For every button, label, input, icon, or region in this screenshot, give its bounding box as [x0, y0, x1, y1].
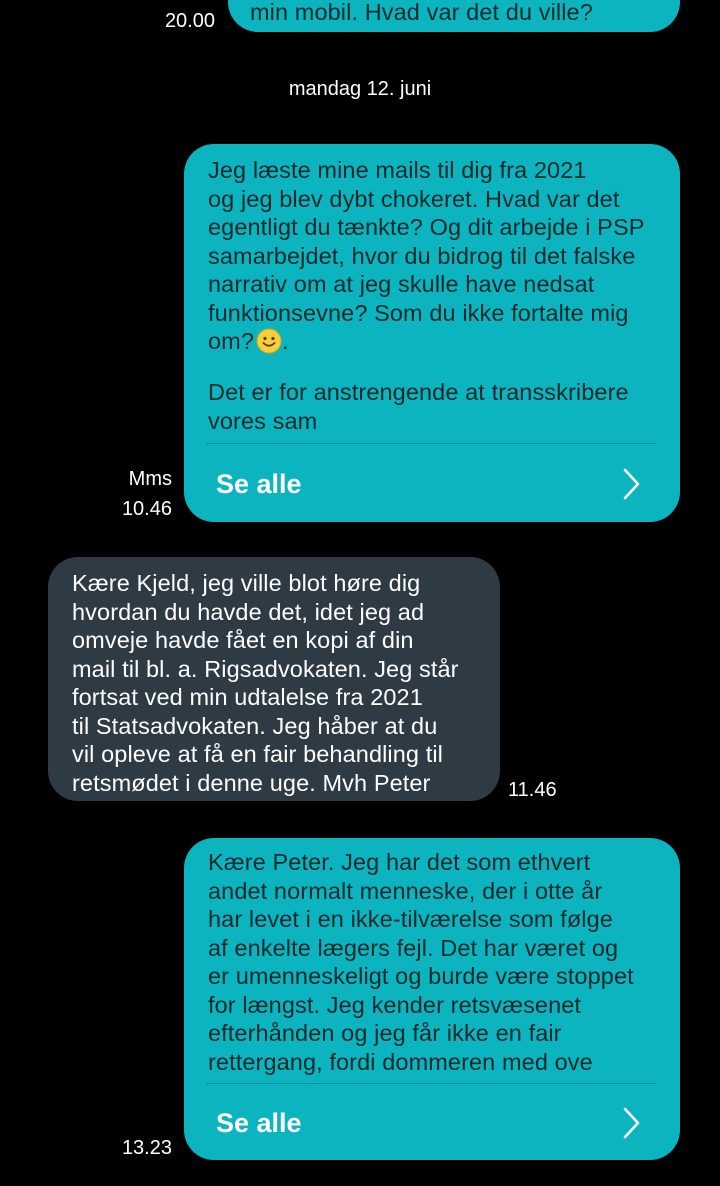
sent-message-bubble-partial[interactable]: min mobil. Hvad var det du ville? — [228, 0, 680, 32]
message-type-label: Mms — [128, 468, 172, 490]
chevron-right-icon[interactable] — [616, 1105, 646, 1141]
sent-message-bubble[interactable]: Kære Peter. Jeg har det som ethvert ande… — [184, 838, 680, 1160]
message-time: 20.00 — [164, 10, 215, 32]
message-text: Jeg læste mine mails til dig fra 2021 og… — [208, 156, 668, 356]
divider — [206, 443, 656, 444]
date-separator: mandag 12. juni — [288, 78, 432, 100]
message-text: Kære Peter. Jeg har det som ethvert ande… — [208, 849, 634, 1075]
see-all-button[interactable]: Se alle — [216, 469, 302, 500]
received-message-bubble[interactable]: Kære Kjeld, jeg ville blot høre dig hvor… — [48, 557, 500, 801]
smiling-face-icon — [256, 328, 282, 354]
message-time: 13.23 — [121, 1137, 172, 1159]
sent-message-bubble[interactable]: Jeg læste mine mails til dig fra 2021 og… — [184, 144, 680, 522]
message-time: 11.46 — [508, 779, 557, 801]
message-text-tail: Det er for anstrengende at transskribere… — [208, 379, 629, 434]
message-text-main: Jeg læste mine mails til dig fra 2021 og… — [208, 157, 645, 354]
message-text-punct: . — [282, 328, 289, 354]
message-text: min mobil. Hvad var det du ville? — [250, 0, 593, 25]
message-text: Kære Kjeld, jeg ville blot høre dig hvor… — [72, 570, 459, 796]
chevron-right-icon[interactable] — [616, 466, 646, 502]
divider — [206, 1083, 656, 1084]
message-time: 10.46 — [121, 498, 172, 520]
see-all-button[interactable]: Se alle — [216, 1108, 302, 1139]
